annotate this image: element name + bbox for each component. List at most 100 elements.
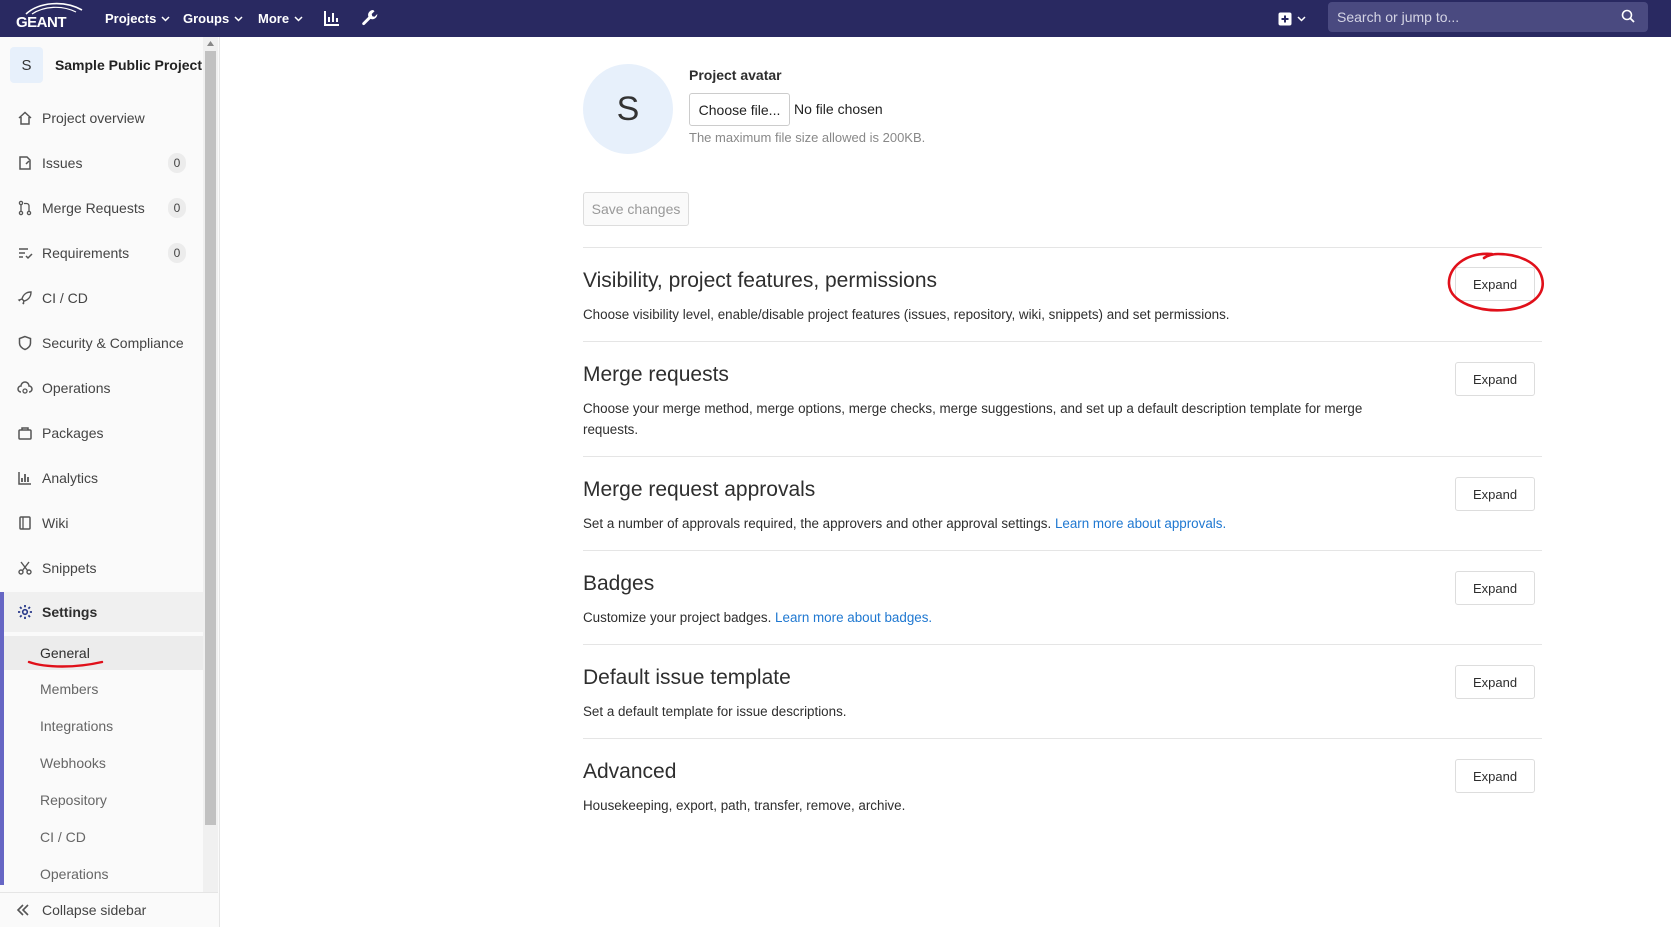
book-icon: [16, 514, 34, 532]
section-merge-requests: Merge requests Choose your merge method,…: [583, 341, 1542, 456]
sidebar-item-issues[interactable]: Issues 0: [0, 143, 203, 183]
nav-projects-label: Projects: [105, 11, 157, 26]
sidebar-subitem-label: Webhooks: [40, 755, 106, 771]
sidebar-item-label: Settings: [42, 604, 98, 620]
section-badges: Badges Customize your project badges. Le…: [583, 550, 1542, 644]
sidebar-subitem-label: Integrations: [40, 718, 114, 734]
expand-badges-button[interactable]: Expand: [1455, 571, 1535, 605]
collapse-sidebar-label: Collapse sidebar: [42, 902, 147, 918]
section-title: Advanced: [583, 760, 677, 783]
section-title: Badges: [583, 572, 655, 595]
requirements-count-badge: 0: [168, 243, 186, 263]
sidebar-item-label: Security & Compliance: [42, 335, 184, 351]
merge-requests-count-badge: 0: [168, 198, 186, 218]
sidebar-scroll-thumb[interactable]: [205, 51, 216, 825]
sidebar-item-operations[interactable]: Operations: [0, 368, 203, 408]
sidebar-subitem-label: General: [40, 645, 90, 661]
sidebar-item-snippets[interactable]: Snippets: [0, 548, 203, 588]
sidebar-item-wiki[interactable]: Wiki: [0, 503, 203, 543]
sidebar-item-requirements[interactable]: Requirements 0: [0, 233, 203, 273]
sidebar-subitem-repository[interactable]: Repository: [4, 783, 203, 817]
sidebar-project-header[interactable]: S Sample Public Project: [10, 47, 202, 83]
project-avatar-label: Project avatar: [689, 67, 782, 83]
section-visibility: Visibility, project features, permission…: [583, 247, 1542, 341]
nav-groups[interactable]: Groups: [183, 0, 243, 37]
expand-approvals-button[interactable]: Expand: [1455, 477, 1535, 511]
section-title: Merge requests: [583, 363, 729, 386]
nav-more[interactable]: More: [258, 0, 303, 37]
sidebar-item-ci-cd[interactable]: CI / CD: [0, 278, 203, 318]
project-avatar: S: [10, 47, 43, 83]
chevron-down-icon: [161, 15, 170, 22]
project-avatar-preview: S: [583, 64, 673, 154]
section-description: Housekeeping, export, path, transfer, re…: [583, 798, 906, 813]
chevron-down-icon: [234, 15, 243, 22]
sidebar-subitem-label: Repository: [40, 792, 107, 808]
geant-logo[interactable]: GEANT: [14, 2, 83, 32]
section-title: Default issue template: [583, 666, 791, 689]
issues-icon: [16, 154, 34, 172]
chevron-down-icon: [1297, 16, 1306, 22]
sidebar-subitem-general[interactable]: General: [4, 636, 203, 670]
expand-visibility-button[interactable]: Expand: [1455, 267, 1535, 301]
sidebar-item-analytics[interactable]: Analytics: [0, 458, 203, 498]
section-default-issue-template: Default issue template Set a default tem…: [583, 644, 1542, 738]
top-navbar: GEANT Projects Groups More: [0, 0, 1671, 37]
sidebar-subitem-members[interactable]: Members: [4, 672, 203, 706]
section-description: Set a default template for issue descrip…: [583, 704, 847, 719]
plus-square-icon: [1278, 12, 1292, 26]
save-changes-button[interactable]: Save changes: [583, 192, 689, 226]
logo-text: GEANT: [16, 14, 67, 31]
sidebar-item-security[interactable]: Security & Compliance: [0, 323, 203, 363]
sidebar-item-project-overview[interactable]: Project overview: [0, 98, 203, 138]
sidebar-item-label: Merge Requests: [42, 200, 145, 216]
nav-projects[interactable]: Projects: [105, 0, 170, 37]
chart-icon: [16, 469, 34, 487]
sidebar-subitem-ci-cd[interactable]: CI / CD: [4, 820, 203, 854]
activity-chart-icon[interactable]: [322, 8, 342, 28]
search-input[interactable]: [1328, 2, 1648, 32]
sidebar-subitem-integrations[interactable]: Integrations: [4, 709, 203, 743]
expand-merge-requests-button[interactable]: Expand: [1455, 362, 1535, 396]
sidebar-item-label: Operations: [42, 380, 111, 396]
sidebar-item-label: Requirements: [42, 245, 130, 261]
expand-advanced-button[interactable]: Expand: [1455, 759, 1535, 793]
sidebar-subitem-label: Operations: [40, 866, 109, 882]
shield-icon: [16, 334, 34, 352]
section-description: Choose your merge method, merge options,…: [583, 401, 1363, 437]
sidebar-item-label: Packages: [42, 425, 104, 441]
sidebar-subitem-label: CI / CD: [40, 829, 86, 845]
chevron-down-icon: [294, 15, 303, 22]
sidebar-item-label: CI / CD: [42, 290, 88, 306]
sidebar-item-packages[interactable]: Packages: [0, 413, 203, 453]
requirements-icon: [16, 244, 34, 262]
cloud-gear-icon: [16, 379, 34, 397]
sidebar-item-label: Issues: [42, 155, 83, 171]
sidebar-item-label: Analytics: [42, 470, 99, 486]
issues-count-badge: 0: [168, 153, 186, 173]
sidebar-subitem-operations[interactable]: Operations: [4, 857, 203, 891]
project-name: Sample Public Project: [54, 57, 202, 73]
nav-groups-label: Groups: [183, 11, 230, 26]
section-merge-request-approvals: Merge request approvals Set a number of …: [583, 456, 1542, 550]
nav-more-label: More: [258, 11, 290, 26]
sidebar-subitem-webhooks[interactable]: Webhooks: [4, 746, 203, 780]
learn-more-badges-link[interactable]: Learn more about badges.: [775, 610, 932, 625]
section-advanced: Advanced Housekeeping, export, path, tra…: [583, 738, 1542, 832]
sidebar-item-settings[interactable]: Settings: [0, 592, 203, 632]
expand-issue-template-button[interactable]: Expand: [1455, 665, 1535, 699]
sidebar-item-label: Snippets: [42, 560, 97, 576]
learn-more-approvals-link[interactable]: Learn more about approvals.: [1055, 516, 1226, 531]
gear-icon: [16, 603, 34, 621]
double-chevron-left-icon: [16, 904, 34, 916]
collapse-sidebar-button[interactable]: Collapse sidebar: [0, 892, 218, 927]
sidebar-item-label: Project overview: [42, 110, 145, 126]
sidebar-item-merge-requests[interactable]: Merge Requests 0: [0, 188, 203, 228]
admin-wrench-icon[interactable]: [360, 8, 380, 28]
choose-file-button[interactable]: Choose file...: [689, 93, 790, 126]
scissors-icon: [16, 559, 34, 577]
new-item-dropdown[interactable]: [1278, 9, 1306, 29]
scroll-up-arrow-icon[interactable]: [203, 37, 218, 49]
file-size-hint: The maximum file size allowed is 200KB.: [689, 130, 926, 145]
home-icon: [16, 109, 34, 127]
